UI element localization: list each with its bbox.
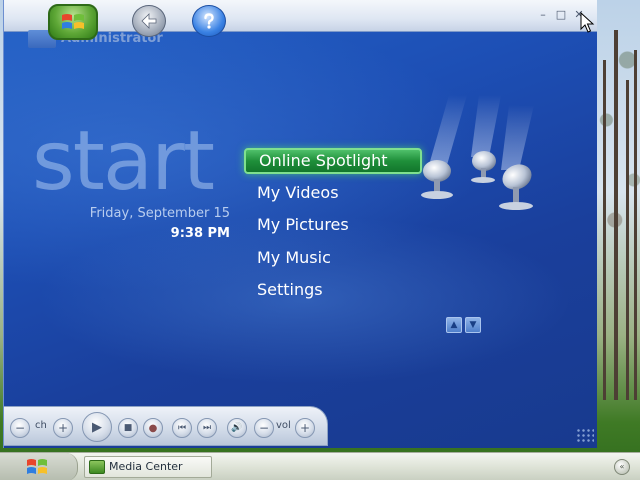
stop-button[interactable]: ■: [118, 418, 138, 438]
tree-trunk: [626, 80, 629, 400]
menu-item-my-music[interactable]: My Music: [244, 245, 422, 271]
back-button[interactable]: [132, 5, 166, 37]
spotlights-graphic: [421, 95, 534, 210]
menu-item-online-spotlight[interactable]: Online Spotlight: [244, 148, 422, 174]
scroll-down-icon[interactable]: ▼: [465, 317, 481, 333]
mouse-cursor-icon: [580, 12, 595, 33]
transport-controls: − ch + ▶ ■ ● ⏮ ⏭ 🔊 − vol +: [4, 406, 328, 446]
menu-item-settings[interactable]: Settings: [244, 277, 422, 303]
menu-item-my-videos[interactable]: My Videos: [244, 180, 422, 206]
previous-button[interactable]: ⏮: [172, 418, 192, 438]
taskbar: Media Center «: [0, 452, 640, 480]
channel-label: ch: [35, 420, 47, 431]
channel-up-button[interactable]: +: [53, 418, 73, 438]
tree-trunk: [634, 50, 637, 400]
taskbar-item-media-center[interactable]: Media Center: [84, 456, 212, 478]
page-title: start: [32, 114, 215, 209]
tray-expand-icon[interactable]: «: [614, 459, 630, 475]
taskbar-start-button[interactable]: [0, 453, 78, 480]
windows-logo-icon: [27, 459, 47, 474]
tree-trunk: [614, 30, 618, 400]
tree-trunk: [603, 60, 606, 400]
channel-down-button[interactable]: −: [10, 418, 30, 438]
next-button[interactable]: ⏭: [197, 418, 217, 438]
taskbar-item-label: Media Center: [109, 460, 183, 473]
volume-label: vol: [276, 420, 291, 431]
scroll-up-icon[interactable]: ▲: [446, 317, 462, 333]
scroll-arrows: ▲ ▼: [446, 317, 482, 333]
date-display: Friday, September 15: [89, 206, 230, 221]
back-arrow-icon: [141, 13, 157, 29]
menu-item-my-pictures[interactable]: My Pictures: [244, 212, 422, 238]
record-button[interactable]: ●: [143, 418, 163, 438]
volume-down-button[interactable]: −: [254, 418, 274, 438]
start-orb-button[interactable]: [48, 4, 98, 40]
mute-button[interactable]: 🔊: [227, 418, 247, 438]
help-icon: [204, 13, 214, 29]
maximize-button[interactable]: □: [554, 8, 568, 22]
media-center-window: Administrator – □ ✕ start Friday, Septem…: [3, 0, 597, 448]
resize-grip[interactable]: [576, 428, 594, 444]
minimize-button[interactable]: –: [536, 8, 550, 22]
media-center-icon: [89, 460, 105, 474]
help-button[interactable]: [192, 5, 226, 37]
volume-up-button[interactable]: +: [295, 418, 315, 438]
time-display: 9:38 PM: [170, 226, 230, 241]
play-button[interactable]: ▶: [82, 412, 112, 442]
windows-logo-icon: [62, 14, 84, 29]
